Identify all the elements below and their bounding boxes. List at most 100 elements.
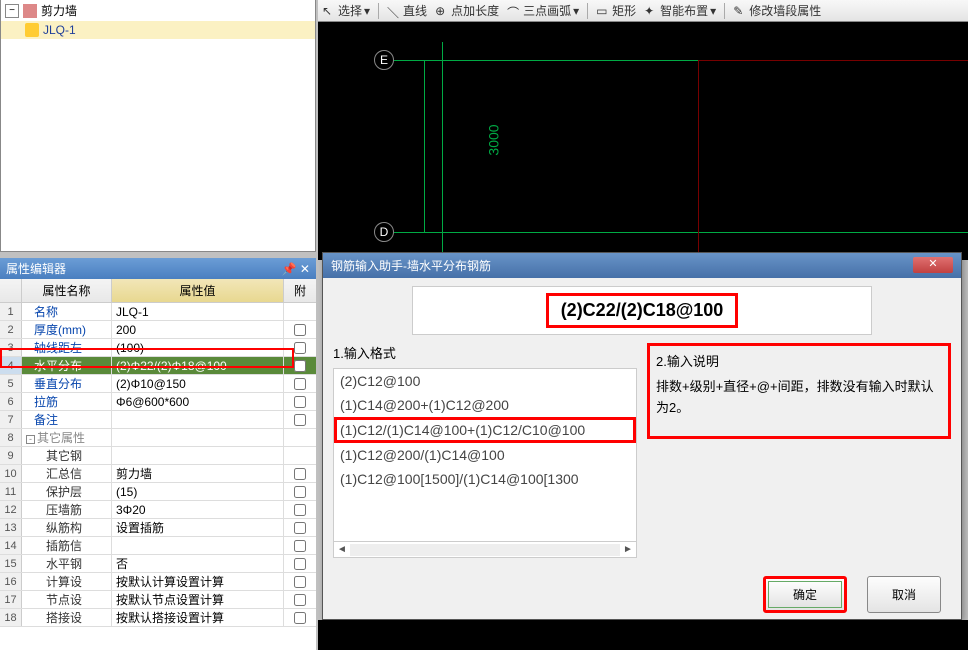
row-index: 14 [0, 537, 22, 554]
row-value[interactable]: 200 [112, 321, 284, 338]
tree-child-item[interactable]: JLQ-1 [1, 21, 315, 39]
property-row[interactable]: 2厚度(mm)200 [0, 321, 316, 339]
cancel-button[interactable]: 取消 [867, 576, 941, 613]
row-value[interactable]: 3Φ20 [112, 501, 284, 518]
row-value[interactable]: (100) [112, 339, 284, 356]
attach-checkbox[interactable] [294, 594, 306, 606]
pin-icon[interactable]: 📌 ✕ [282, 262, 310, 276]
expand-icon[interactable]: - [26, 435, 35, 444]
smart-layout-tool[interactable]: ✦ 智能布置 ▾ [644, 2, 716, 19]
cad-viewport[interactable]: E D 3000 [318, 22, 968, 260]
dropdown-icon: ▾ [573, 4, 579, 18]
row-checkbox-cell [284, 375, 316, 392]
rect-tool[interactable]: ▭ 矩形 [596, 2, 636, 19]
row-name: 厚度(mm) [22, 321, 112, 338]
property-row[interactable]: 7备注 [0, 411, 316, 429]
property-row[interactable]: 17节点设按默认节点设置计算 [0, 591, 316, 609]
row-value[interactable]: (2)Φ22/(2)Φ18@100 [112, 357, 284, 374]
property-row[interactable]: 3轴线距左(100) [0, 339, 316, 357]
separator [587, 3, 588, 19]
attach-checkbox[interactable] [294, 414, 306, 426]
attach-checkbox[interactable] [294, 360, 306, 372]
attach-checkbox[interactable] [294, 558, 306, 570]
row-checkbox-cell [284, 321, 316, 338]
row-value[interactable] [112, 447, 284, 464]
attach-checkbox[interactable] [294, 324, 306, 336]
row-name: 拉筋 [22, 393, 112, 410]
row-value[interactable] [112, 429, 284, 446]
row-name: 压墙筋 [22, 501, 112, 518]
property-row[interactable]: 9其它钢 [0, 447, 316, 465]
property-row[interactable]: 5垂直分布(2)Φ10@150 [0, 375, 316, 393]
format-item[interactable]: (2)C12@100 [334, 369, 636, 393]
scroll-right-icon[interactable]: ► [620, 544, 636, 555]
row-checkbox-cell [284, 357, 316, 374]
collapse-icon[interactable]: − [5, 4, 19, 18]
grid-line-v [442, 42, 443, 260]
description-box: 2.输入说明 排数+级别+直径+@+间距，排数没有输入时默认为2。 [647, 343, 951, 439]
select-tool[interactable]: ↖ 选择 ▾ [322, 2, 370, 19]
header-attach: 附 [284, 279, 316, 302]
row-value[interactable]: 按默认节点设置计算 [112, 591, 284, 608]
grid-line-h [394, 232, 968, 233]
scroll-left-icon[interactable]: ◄ [334, 544, 350, 555]
attach-checkbox[interactable] [294, 486, 306, 498]
property-row[interactable]: 10汇总信剪力墙 [0, 465, 316, 483]
attach-checkbox[interactable] [294, 396, 306, 408]
format-item[interactable]: (1)C12@200/(1)C14@100 [334, 443, 636, 467]
format-item[interactable]: (1)C12@100[1500]/(1)C14@100[1300 [334, 467, 636, 491]
row-value[interactable] [112, 411, 284, 428]
property-row[interactable]: 4水平分布(2)Φ22/(2)Φ18@100 [0, 357, 316, 375]
horizontal-scrollbar[interactable]: ◄ ► [334, 541, 636, 557]
row-value[interactable]: 否 [112, 555, 284, 572]
attach-checkbox[interactable] [294, 612, 306, 624]
dialog-title-bar[interactable]: 钢筋输入助手-墙水平分布钢筋 ✕ [323, 253, 961, 278]
attach-checkbox[interactable] [294, 576, 306, 588]
attach-checkbox[interactable] [294, 342, 306, 354]
row-checkbox-cell [284, 573, 316, 590]
header-index [0, 279, 22, 302]
row-value[interactable]: 按默认计算设置计算 [112, 573, 284, 590]
attach-checkbox[interactable] [294, 540, 306, 552]
property-row[interactable]: 16计算设按默认计算设置计算 [0, 573, 316, 591]
attach-checkbox[interactable] [294, 504, 306, 516]
attach-checkbox[interactable] [294, 522, 306, 534]
property-row[interactable]: 6拉筋Φ6@600*600 [0, 393, 316, 411]
row-value[interactable]: Φ6@600*600 [112, 393, 284, 410]
row-value[interactable]: (2)Φ10@150 [112, 375, 284, 392]
property-row[interactable]: 13纵筋构设置插筋 [0, 519, 316, 537]
ok-button[interactable]: 确定 [768, 581, 842, 608]
property-row[interactable]: 8-其它属性 [0, 429, 316, 447]
dialog-columns: 1.输入格式 (2)C12@100 (1)C14@200+(1)C12@200 … [333, 343, 951, 558]
row-value[interactable]: JLQ-1 [112, 303, 284, 320]
line-tool[interactable]: ＼ 直线 [387, 2, 427, 19]
row-value[interactable]: (15) [112, 483, 284, 500]
property-row[interactable]: 14插筋信 [0, 537, 316, 555]
point-length-tool[interactable]: ⊕ 点加长度 [435, 2, 499, 19]
arc3-tool[interactable]: ⌒ 三点画弧 ▾ [507, 2, 579, 19]
desc-label: 2.输入说明 [656, 352, 942, 373]
row-index: 7 [0, 411, 22, 428]
row-value[interactable]: 按默认搭接设置计算 [112, 609, 284, 626]
row-value[interactable]: 剪力墙 [112, 465, 284, 482]
format-list[interactable]: (2)C12@100 (1)C14@200+(1)C12@200 (1)C12/… [333, 368, 637, 558]
tree-root-item[interactable]: − 剪力墙 [1, 0, 315, 21]
row-value[interactable]: 设置插筋 [112, 519, 284, 536]
property-row[interactable]: 12压墙筋3Φ20 [0, 501, 316, 519]
row-value[interactable] [112, 537, 284, 554]
attach-checkbox[interactable] [294, 468, 306, 480]
format-item[interactable]: (1)C14@200+(1)C12@200 [334, 393, 636, 417]
property-row[interactable]: 15水平钢否 [0, 555, 316, 573]
input-display[interactable]: (2)C22/(2)C18@100 [412, 286, 872, 335]
close-button[interactable]: ✕ [913, 257, 953, 273]
format-item-highlighted[interactable]: (1)C12/(1)C14@100+(1)C12/C10@100 [334, 417, 636, 443]
attach-checkbox[interactable] [294, 378, 306, 390]
property-row[interactable]: 1名称JLQ-1 [0, 303, 316, 321]
description-column: 2.输入说明 排数+级别+直径+@+间距，排数没有输入时默认为2。 [647, 343, 951, 558]
modify-wall-tool[interactable]: ✎ 修改墙段属性 [733, 2, 821, 19]
scroll-track[interactable] [350, 544, 620, 556]
dialog-body: (2)C22/(2)C18@100 1.输入格式 (2)C12@100 (1)C… [323, 278, 961, 621]
property-row[interactable]: 18搭接设按默认搭接设置计算 [0, 609, 316, 627]
point-icon: ⊕ [435, 4, 449, 18]
property-row[interactable]: 11保护层(15) [0, 483, 316, 501]
